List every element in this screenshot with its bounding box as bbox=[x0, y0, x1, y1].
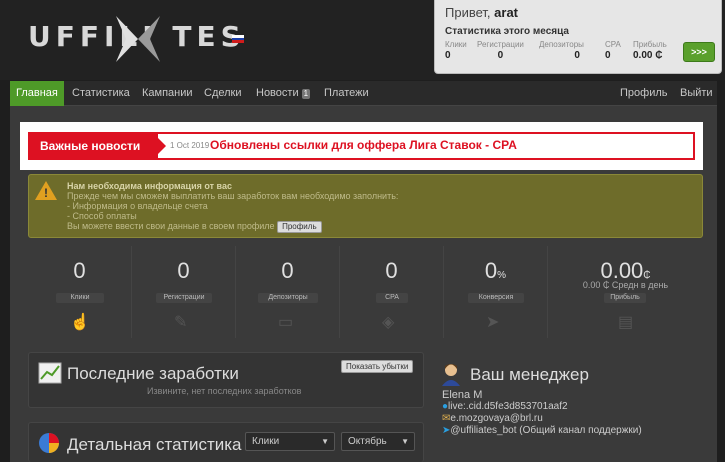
detailed-stats-panel: Детальная статистика Клики ▼ Октябрь ▼ bbox=[28, 422, 424, 462]
recent-earnings-panel: Последние заработки Показать убытки Изви… bbox=[28, 352, 424, 408]
month-select[interactable]: Октябрь ▼ bbox=[341, 432, 415, 451]
earnings-title: Последние заработки bbox=[67, 364, 239, 383]
nav-news[interactable]: Новости 1 bbox=[250, 81, 316, 106]
chevron-down-icon: ▼ bbox=[401, 437, 409, 446]
stats-go-button[interactable]: >>> bbox=[683, 42, 715, 62]
month-stats-title: Статистика этого месяца bbox=[445, 26, 569, 37]
manager-avatar-icon bbox=[442, 364, 460, 386]
logo-x-mark-icon bbox=[116, 16, 160, 62]
nav-deals[interactable]: Сделки bbox=[198, 81, 248, 106]
stat-conversion: 0% Конверсия ➤ bbox=[444, 246, 548, 338]
nav-logout[interactable]: Выйти bbox=[674, 81, 719, 106]
alert-line: Прежде чем мы сможем выплатить ваш зараб… bbox=[67, 191, 399, 201]
month-stat-depositors: Депозиторы 0 bbox=[539, 40, 584, 61]
user-panel: Привет, arat Статистика этого месяца Кли… bbox=[434, 0, 722, 74]
news-tag: Важные новости bbox=[30, 134, 166, 158]
month-stat-profit: Прибыль 0.00 ₵ bbox=[633, 40, 667, 61]
eye-icon: ◈ bbox=[382, 314, 395, 331]
stat-cpa: 0 CPA ◈ bbox=[340, 246, 444, 338]
greeting: Привет, arat bbox=[445, 5, 519, 20]
news-headline-link[interactable]: Обновлены ссылки для оффера Лига Ставок … bbox=[210, 138, 517, 152]
manager-name: Elena M bbox=[442, 389, 483, 401]
arrow-right-icon: ➤ bbox=[486, 314, 500, 331]
alert-cta: Вы можете ввести свои данные в своем про… bbox=[67, 221, 398, 233]
metric-select[interactable]: Клики ▼ bbox=[245, 432, 335, 451]
nav-home[interactable]: Главная bbox=[10, 81, 64, 106]
cash-stack-icon: ▤ bbox=[618, 314, 634, 331]
manager-title: Ваш менеджер bbox=[470, 365, 589, 384]
news-date: 1 Oct 2019 bbox=[170, 141, 210, 150]
detail-title: Детальная статистика bbox=[67, 435, 242, 454]
stats-strip: 0 Клики ☝ 0 Регистрации ✎ 0 Депозиторы ▭… bbox=[28, 246, 703, 338]
news-count-badge: 1 bbox=[301, 89, 311, 99]
main-nav: Главная Статистика Кампании Сделки Новос… bbox=[10, 81, 717, 106]
nav-payments[interactable]: Платежи bbox=[318, 81, 375, 106]
alert-line: - Информация о владельце счета bbox=[67, 201, 208, 211]
month-stat-clicks: Клики 0 bbox=[445, 40, 467, 61]
pie-chart-icon bbox=[39, 433, 59, 453]
form-icon: ✎ bbox=[174, 314, 188, 331]
stat-profit: 0.00₵ 0.00 ₵ Средн в день Прибыль ▤ bbox=[582, 258, 669, 331]
alert-line: - Способ оплаты bbox=[67, 211, 137, 221]
username: arat bbox=[494, 5, 519, 20]
alert-title: Нам необходима информация от вас bbox=[67, 181, 232, 191]
nav-campaigns[interactable]: Кампании bbox=[136, 81, 199, 106]
language-flag-icon[interactable] bbox=[232, 35, 244, 43]
nav-profile[interactable]: Профиль bbox=[614, 81, 674, 106]
month-stat-cpa: CPA 0 bbox=[605, 40, 621, 61]
manager-email[interactable]: ✉e.mozgovaya@brl.ru bbox=[442, 413, 543, 424]
hand-pointer-icon: ☝ bbox=[70, 314, 90, 331]
news-ticker: Важные новости 1 Oct 2019 Обновлены ссыл… bbox=[20, 122, 703, 170]
stat-clicks: 0 Клики ☝ bbox=[28, 246, 132, 338]
stat-registrations: 0 Регистрации ✎ bbox=[132, 246, 236, 338]
month-stat-registrations: Регистрации 0 bbox=[477, 40, 524, 61]
alert-profile-button[interactable]: Профиль bbox=[277, 221, 322, 233]
stat-depositors: 0 Депозиторы ▭ bbox=[236, 246, 340, 338]
chart-icon bbox=[38, 362, 62, 384]
earnings-empty-text: Извините, нет последних заработков bbox=[147, 386, 302, 396]
chevron-down-icon: ▼ bbox=[321, 437, 329, 446]
money-icon: ▭ bbox=[278, 314, 294, 331]
nav-statistics[interactable]: Статистика bbox=[66, 81, 136, 106]
info-required-alert: ! Нам необходима информация от вас Прежд… bbox=[28, 174, 703, 238]
manager-skype[interactable]: ●live:.cid.d5fe3d853701aaf2 bbox=[442, 401, 568, 412]
manager-telegram[interactable]: ➤@uffiliates_bot (Общий канал поддержки) bbox=[442, 425, 642, 436]
show-losses-button[interactable]: Показать убытки bbox=[341, 360, 414, 373]
